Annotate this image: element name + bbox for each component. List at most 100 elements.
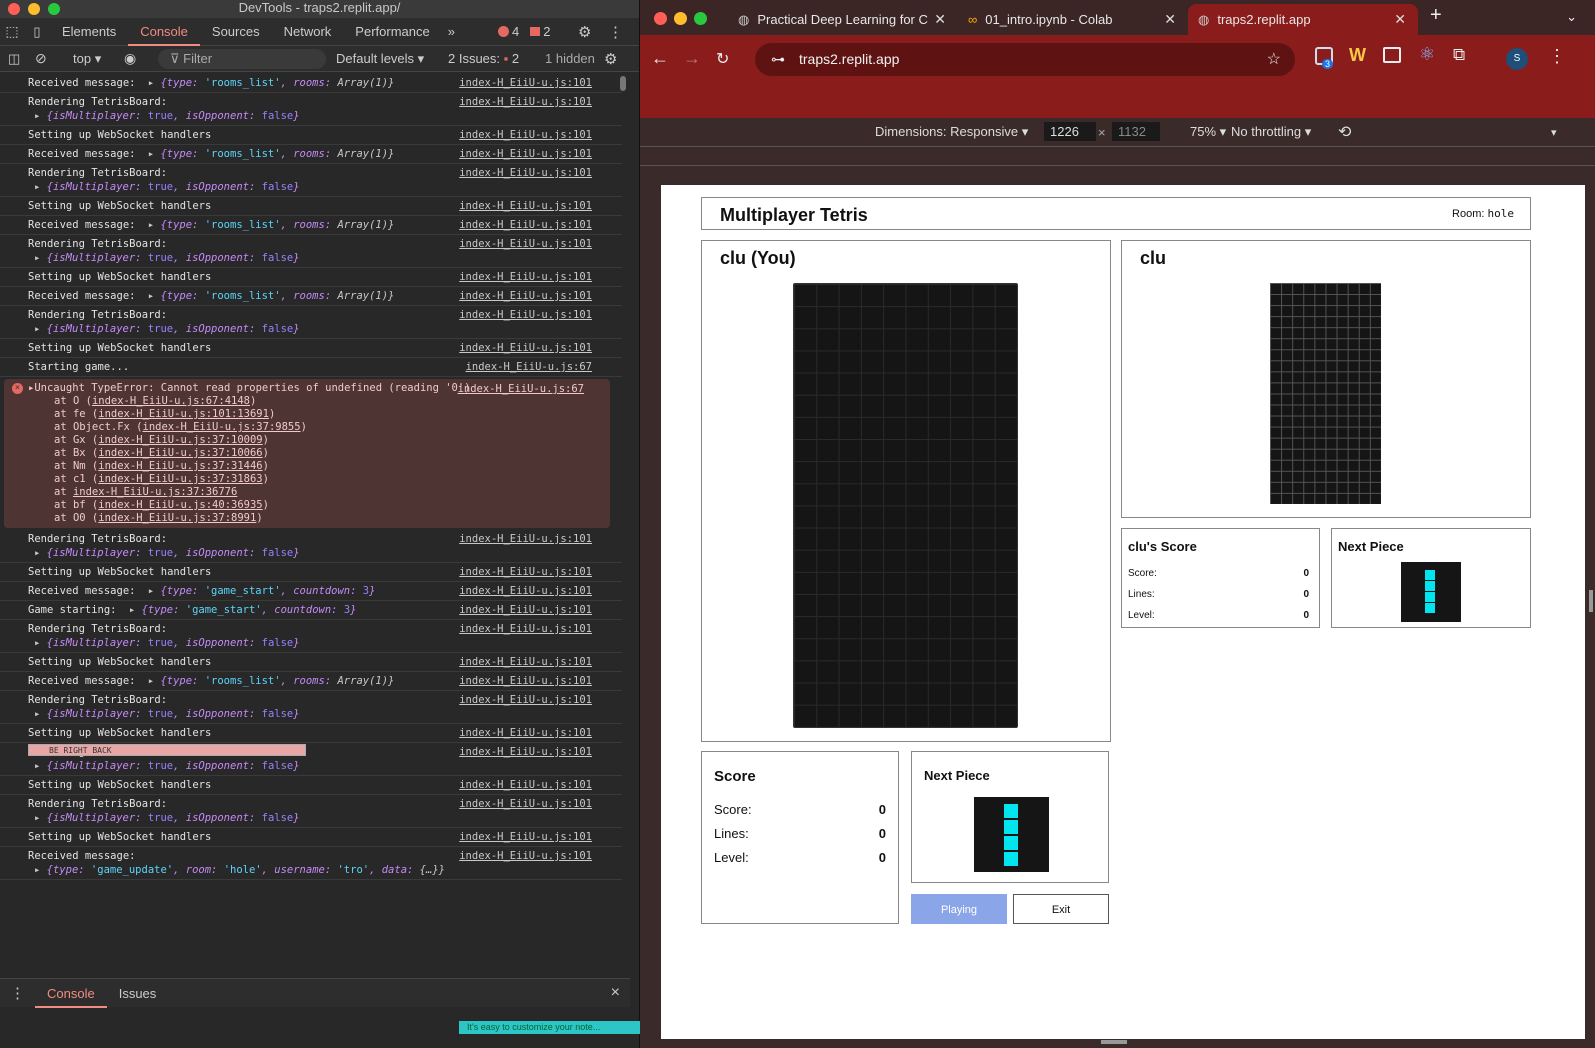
log-source-link[interactable]: index-H_EiiU-u.js:101 xyxy=(459,270,592,284)
player-board[interactable] xyxy=(793,283,1018,728)
log-source-link[interactable]: index-H_EiiU-u.js:101 xyxy=(459,778,592,792)
profile-avatar[interactable]: S xyxy=(1506,48,1528,70)
log-object[interactable]: ▸ {isMultiplayer: true, isOpponent: fals… xyxy=(28,181,300,193)
forward-icon[interactable]: → xyxy=(683,48,701,69)
log-object[interactable]: ▸ {isMultiplayer: true, isOpponent: fals… xyxy=(28,110,300,122)
url-bar[interactable]: ⊶ traps2.replit.app ☆ xyxy=(755,43,1295,76)
log-entry[interactable]: Setting up WebSocket handlers index-H_Eii… xyxy=(0,197,622,216)
notification-toast[interactable]: It's easy to customize your note... xyxy=(459,1021,640,1034)
log-entry[interactable]: Setting up WebSocket handlers index-H_Eii… xyxy=(0,776,622,795)
inspect-icon[interactable]: ⬚ xyxy=(0,23,24,40)
log-source-link[interactable]: index-H_EiiU-u.js:101 xyxy=(459,147,592,161)
expand-triangle-icon[interactable]: ▸ xyxy=(148,585,161,597)
log-source-link[interactable]: index-H_EiiU-u.js:101 xyxy=(459,655,592,669)
log-source-link[interactable]: index-H_EiiU-u.js:101 xyxy=(459,565,592,579)
log-object[interactable]: ▸ {isMultiplayer: true, isOpponent: fals… xyxy=(28,323,300,335)
device-toggle-icon[interactable]: ▯ xyxy=(24,24,50,40)
expand-triangle-icon[interactable]: ▸ xyxy=(129,604,142,616)
log-entry[interactable]: Received message: ▸ {type: 'game_start',… xyxy=(0,582,622,601)
expand-triangle-icon[interactable]: ▸ xyxy=(34,547,47,559)
expand-triangle-icon[interactable]: ▸ xyxy=(148,77,161,89)
expand-triangle-icon[interactable]: ▸ xyxy=(34,252,47,264)
log-entry[interactable]: Rendering TetrisBoard:▸ {isMultiplayer: … xyxy=(0,691,622,724)
log-object[interactable]: ▸ {isMultiplayer: true, isOpponent: fals… xyxy=(28,637,300,649)
stack-link[interactable]: index-H_EiiU-u.js:37:10009 xyxy=(98,434,262,446)
dimensions-dropdown[interactable]: Dimensions: Responsive ▾ xyxy=(875,124,1028,140)
log-source-link[interactable]: index-H_EiiU-u.js:101 xyxy=(459,693,592,707)
drawer-tab-console[interactable]: Console xyxy=(35,979,107,1008)
log-source-link[interactable]: index-H_EiiU-u.js:101 xyxy=(459,76,592,90)
zoom-window-button[interactable] xyxy=(48,3,60,15)
log-object[interactable]: ▸ {isMultiplayer: true, isOpponent: fals… xyxy=(28,760,300,772)
log-source-link[interactable]: index-H_EiiU-u.js:101 xyxy=(459,289,592,303)
error-entry[interactable]: × ▸Uncaught TypeError: Cannot read prope… xyxy=(4,379,610,528)
close-drawer-icon[interactable]: × xyxy=(611,984,620,1002)
log-source-link[interactable]: index-H_EiiU-u.js:101 xyxy=(459,199,592,213)
browser-menu-icon[interactable]: ⋮ xyxy=(1548,46,1566,67)
log-source-link[interactable]: index-H_EiiU-u.js:101 xyxy=(459,797,592,811)
tab-performance[interactable]: Performance xyxy=(343,18,441,46)
log-entry[interactable]: Rendering TetrisBoard:▸ {isMultiplayer: … xyxy=(0,164,622,197)
log-source-link[interactable]: index-H_EiiU-u.js:67 xyxy=(466,360,592,374)
back-icon[interactable]: ← xyxy=(651,48,669,69)
log-entry[interactable]: Rendering TetrisBoard:▸ {isMultiplayer: … xyxy=(0,235,622,268)
stack-link[interactable]: index-H_EiiU-u.js:37:8991 xyxy=(98,512,256,524)
more-tabs-icon[interactable]: » xyxy=(442,24,461,39)
new-tab-icon[interactable]: + xyxy=(1418,0,1454,35)
log-object[interactable]: ▸ {isMultiplayer: true, isOpponent: fals… xyxy=(28,547,300,559)
expand-triangle-icon[interactable]: ▸ xyxy=(34,110,47,122)
expand-triangle-icon[interactable]: ▸ xyxy=(34,864,47,876)
tab-search-icon[interactable]: ⌄ xyxy=(1566,9,1577,25)
media-query-ruler[interactable] xyxy=(640,146,1595,166)
minimize-window-button[interactable] xyxy=(28,3,40,15)
log-entry[interactable]: Received message: ▸ {type: 'rooms_list',… xyxy=(0,216,622,235)
expand-triangle-icon[interactable]: ▸ xyxy=(34,812,47,824)
close-tab-icon[interactable]: ✕ xyxy=(1394,11,1406,28)
width-input[interactable]: 1226 xyxy=(1044,122,1096,141)
context-selector[interactable]: top ▾ xyxy=(73,51,101,67)
browser-close-button[interactable] xyxy=(654,12,667,25)
message-count[interactable]: 2 xyxy=(543,24,550,39)
log-source-link[interactable]: index-H_EiiU-u.js:101 xyxy=(459,745,592,759)
log-object[interactable]: ▸ {type: 'rooms_list', rooms: Array(1)} xyxy=(142,675,395,687)
stack-link[interactable]: index-H_EiiU-u.js:37:10066 xyxy=(98,447,262,459)
drawer-tab-issues[interactable]: Issues xyxy=(107,986,169,1001)
log-entry[interactable]: Received message: ▸ {type: 'rooms_list',… xyxy=(0,672,622,691)
log-entry[interactable]: Starting game... index-H_EiiU-u.js:67 xyxy=(0,358,622,377)
log-object[interactable]: ▸ {type: 'rooms_list', rooms: Array(1)} xyxy=(142,219,395,231)
log-entry[interactable]: Rendering TetrisBoard:▸ {isMultiplayer: … xyxy=(0,93,622,126)
extension-icon-w[interactable]: W xyxy=(1349,45,1366,66)
stack-link[interactable]: index-H_EiiU-u.js:37:9855 xyxy=(143,421,301,433)
resize-handle-bottom[interactable] xyxy=(1101,1040,1127,1044)
stack-link[interactable]: index-H_EiiU-u.js:101:13691 xyxy=(98,408,269,420)
close-window-button[interactable] xyxy=(8,3,20,15)
log-source-link[interactable]: index-H_EiiU-u.js:101 xyxy=(459,830,592,844)
log-source-link[interactable]: index-H_EiiU-u.js:101 xyxy=(459,166,592,180)
scrollbar-thumb[interactable] xyxy=(620,76,626,91)
throttle-dropdown[interactable]: No throttling ▾ xyxy=(1231,124,1311,140)
error-source-link[interactable]: index-H_EiiU-u.js:67 xyxy=(458,383,584,396)
browser-tab-replit[interactable]: ◍ traps2.replit.app ✕ xyxy=(1188,4,1418,35)
log-source-link[interactable]: index-H_EiiU-u.js:101 xyxy=(459,674,592,688)
expand-triangle-icon[interactable]: ▸ xyxy=(148,219,161,231)
puzzle-icon[interactable]: ⧉ xyxy=(1453,45,1465,65)
log-entry[interactable]: Setting up WebSocket handlers index-H_Eii… xyxy=(0,724,622,743)
log-source-link[interactable]: index-H_EiiU-u.js:101 xyxy=(459,128,592,142)
log-object[interactable]: ▸ {type: 'game_update', room: 'hole', us… xyxy=(28,864,445,876)
log-source-link[interactable]: index-H_EiiU-u.js:101 xyxy=(459,95,592,109)
log-entry[interactable]: Setting up WebSocket handlers index-H_Eii… xyxy=(0,828,622,847)
log-entry[interactable]: Setting up WebSocket handlers index-H_Eii… xyxy=(0,339,622,358)
tab-elements[interactable]: Elements xyxy=(50,18,128,46)
log-object[interactable]: ▸ {isMultiplayer: true, isOpponent: fals… xyxy=(28,812,300,824)
log-source-link[interactable]: index-H_EiiU-u.js:101 xyxy=(459,308,592,322)
extension-icon-window[interactable] xyxy=(1383,47,1401,63)
react-icon[interactable]: ⚛ xyxy=(1419,44,1435,65)
log-object[interactable]: ▸ {type: 'rooms_list', rooms: Array(1)} xyxy=(142,77,395,89)
expand-triangle-icon[interactable]: ▸ xyxy=(148,148,161,160)
filter-input[interactable]: ⊽ Filter xyxy=(158,49,326,69)
drawer-menu-icon[interactable]: ⋮ xyxy=(0,984,35,1002)
log-object[interactable]: ▸ {isMultiplayer: true, isOpponent: fals… xyxy=(28,708,300,720)
browser-zoom-button[interactable] xyxy=(694,12,707,25)
browser-minimize-button[interactable] xyxy=(674,12,687,25)
stack-link[interactable]: index-H_EiiU-u.js:37:31863 xyxy=(98,473,262,485)
